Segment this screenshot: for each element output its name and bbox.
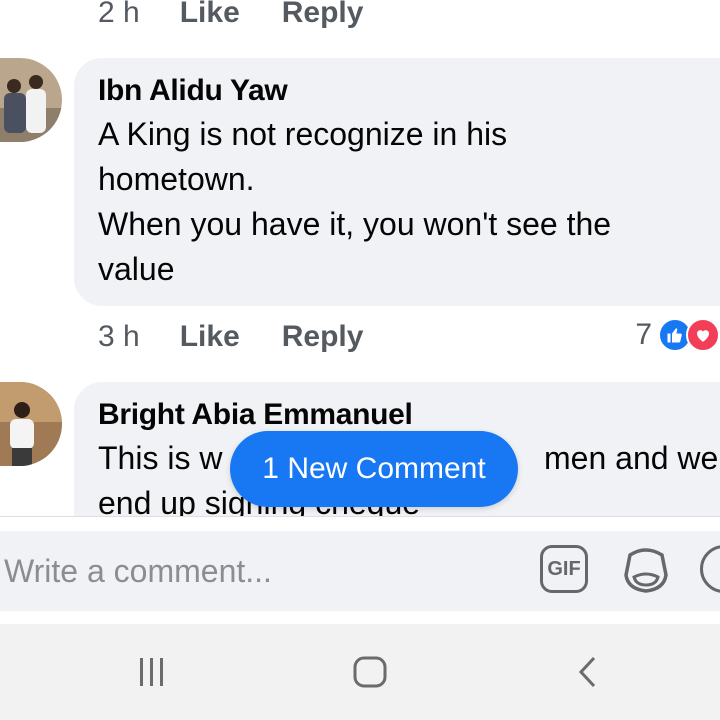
gif-button[interactable]: GIF (540, 545, 588, 593)
comment-bubble: Ibn Alidu Yaw A King is not recognize in… (74, 58, 720, 306)
comment-text-right: men and we (544, 440, 719, 476)
prev-comment-time: 2 h (98, 0, 140, 29)
recents-icon[interactable] (132, 652, 172, 692)
reply-button[interactable]: Reply (282, 320, 364, 354)
comment-input[interactable] (0, 541, 500, 601)
comment-time: 3 h (98, 320, 140, 353)
heart-icon (686, 318, 720, 352)
system-navbar (0, 624, 720, 720)
comment-author[interactable]: Bright Abia Emmanuel (98, 398, 720, 432)
sticker-icon[interactable] (620, 541, 672, 597)
like-button[interactable]: Like (180, 320, 240, 354)
back-icon[interactable] (568, 652, 608, 692)
comment-text-left: This is w (98, 440, 223, 476)
comment-meta: 3 h Like Reply (98, 320, 405, 354)
comment-composer-area: GIF (0, 516, 720, 624)
reaction-summary[interactable]: 7 (635, 318, 720, 352)
prev-comment-meta: 2 h Like Reply (98, 0, 405, 30)
reaction-count: 7 (635, 318, 652, 351)
avatar[interactable] (0, 58, 62, 142)
avatar[interactable] (0, 382, 62, 466)
new-comment-button[interactable]: 1 New Comment (230, 431, 518, 507)
prev-reply-button[interactable]: Reply (282, 0, 364, 30)
comment-author[interactable]: Ibn Alidu Yaw (98, 74, 720, 108)
emoji-icon[interactable] (700, 545, 720, 593)
prev-like-button[interactable]: Like (180, 0, 240, 30)
comment-composer: GIF (0, 531, 720, 611)
comment-text: A King is not recognize in his hometown.… (98, 116, 612, 287)
home-icon[interactable] (350, 652, 390, 692)
